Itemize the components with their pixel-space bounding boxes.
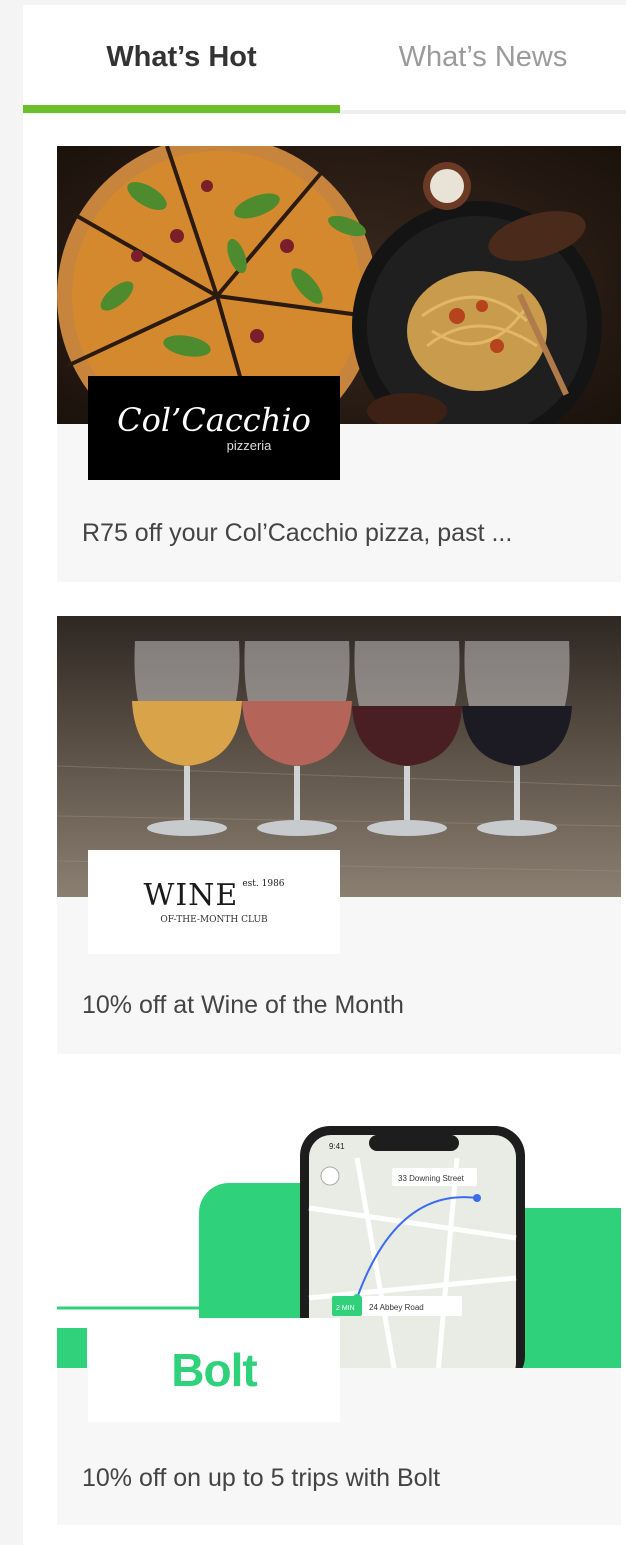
phone-eta: 2 MIN xyxy=(336,1305,355,1312)
bolt-logo-text: Bolt xyxy=(171,1344,257,1396)
offer-caption: 10% off at Wine of the Month xyxy=(82,991,404,1019)
offer-card-wine[interactable]: WINE est. 1986 OF-THE-MONTH CLUB 10% off… xyxy=(57,616,621,1054)
offer-card-colcacchio[interactable]: Col’Cacchio pizzeria R75 off your Col’Ca… xyxy=(57,146,621,582)
tab-bar: What’s Hot What’s News xyxy=(23,5,626,114)
phone-time: 9:41 xyxy=(329,1142,345,1151)
colcacchio-logo-text: Col’Cacchio xyxy=(117,400,311,439)
offer-caption: 10% off on up to 5 trips with Bolt xyxy=(82,1464,441,1492)
active-tab-indicator xyxy=(23,105,340,113)
wine-logo-text: WINE xyxy=(143,878,239,913)
wine-of-the-month-logo: WINE est. 1986 OF-THE-MONTH CLUB xyxy=(88,850,340,954)
offer-caption: R75 off your Col’Cacchio pizza, past ... xyxy=(82,519,513,547)
colcacchio-logo-subtext: pizzeria xyxy=(226,437,272,453)
bolt-logo: Bolt xyxy=(88,1318,340,1422)
wine-logo-est: est. 1986 xyxy=(242,879,285,889)
offer-card-bolt[interactable]: 9:41 33 Downing Street 2 MIN 24 Abbey Ro… xyxy=(57,1088,621,1525)
phone-pickup: 24 Abbey Road xyxy=(369,1303,424,1312)
colcacchio-logo: Col’Cacchio pizzeria xyxy=(88,376,340,480)
phone-destination: 33 Downing Street xyxy=(398,1174,465,1183)
wine-logo-subtext: OF-THE-MONTH CLUB xyxy=(160,915,268,925)
offers-panel: What’s Hot What’s News Col’Cacchio pizze… xyxy=(23,5,626,1545)
tab-whats-hot[interactable]: What’s Hot xyxy=(23,5,340,110)
tab-whats-news[interactable]: What’s News xyxy=(340,5,626,110)
